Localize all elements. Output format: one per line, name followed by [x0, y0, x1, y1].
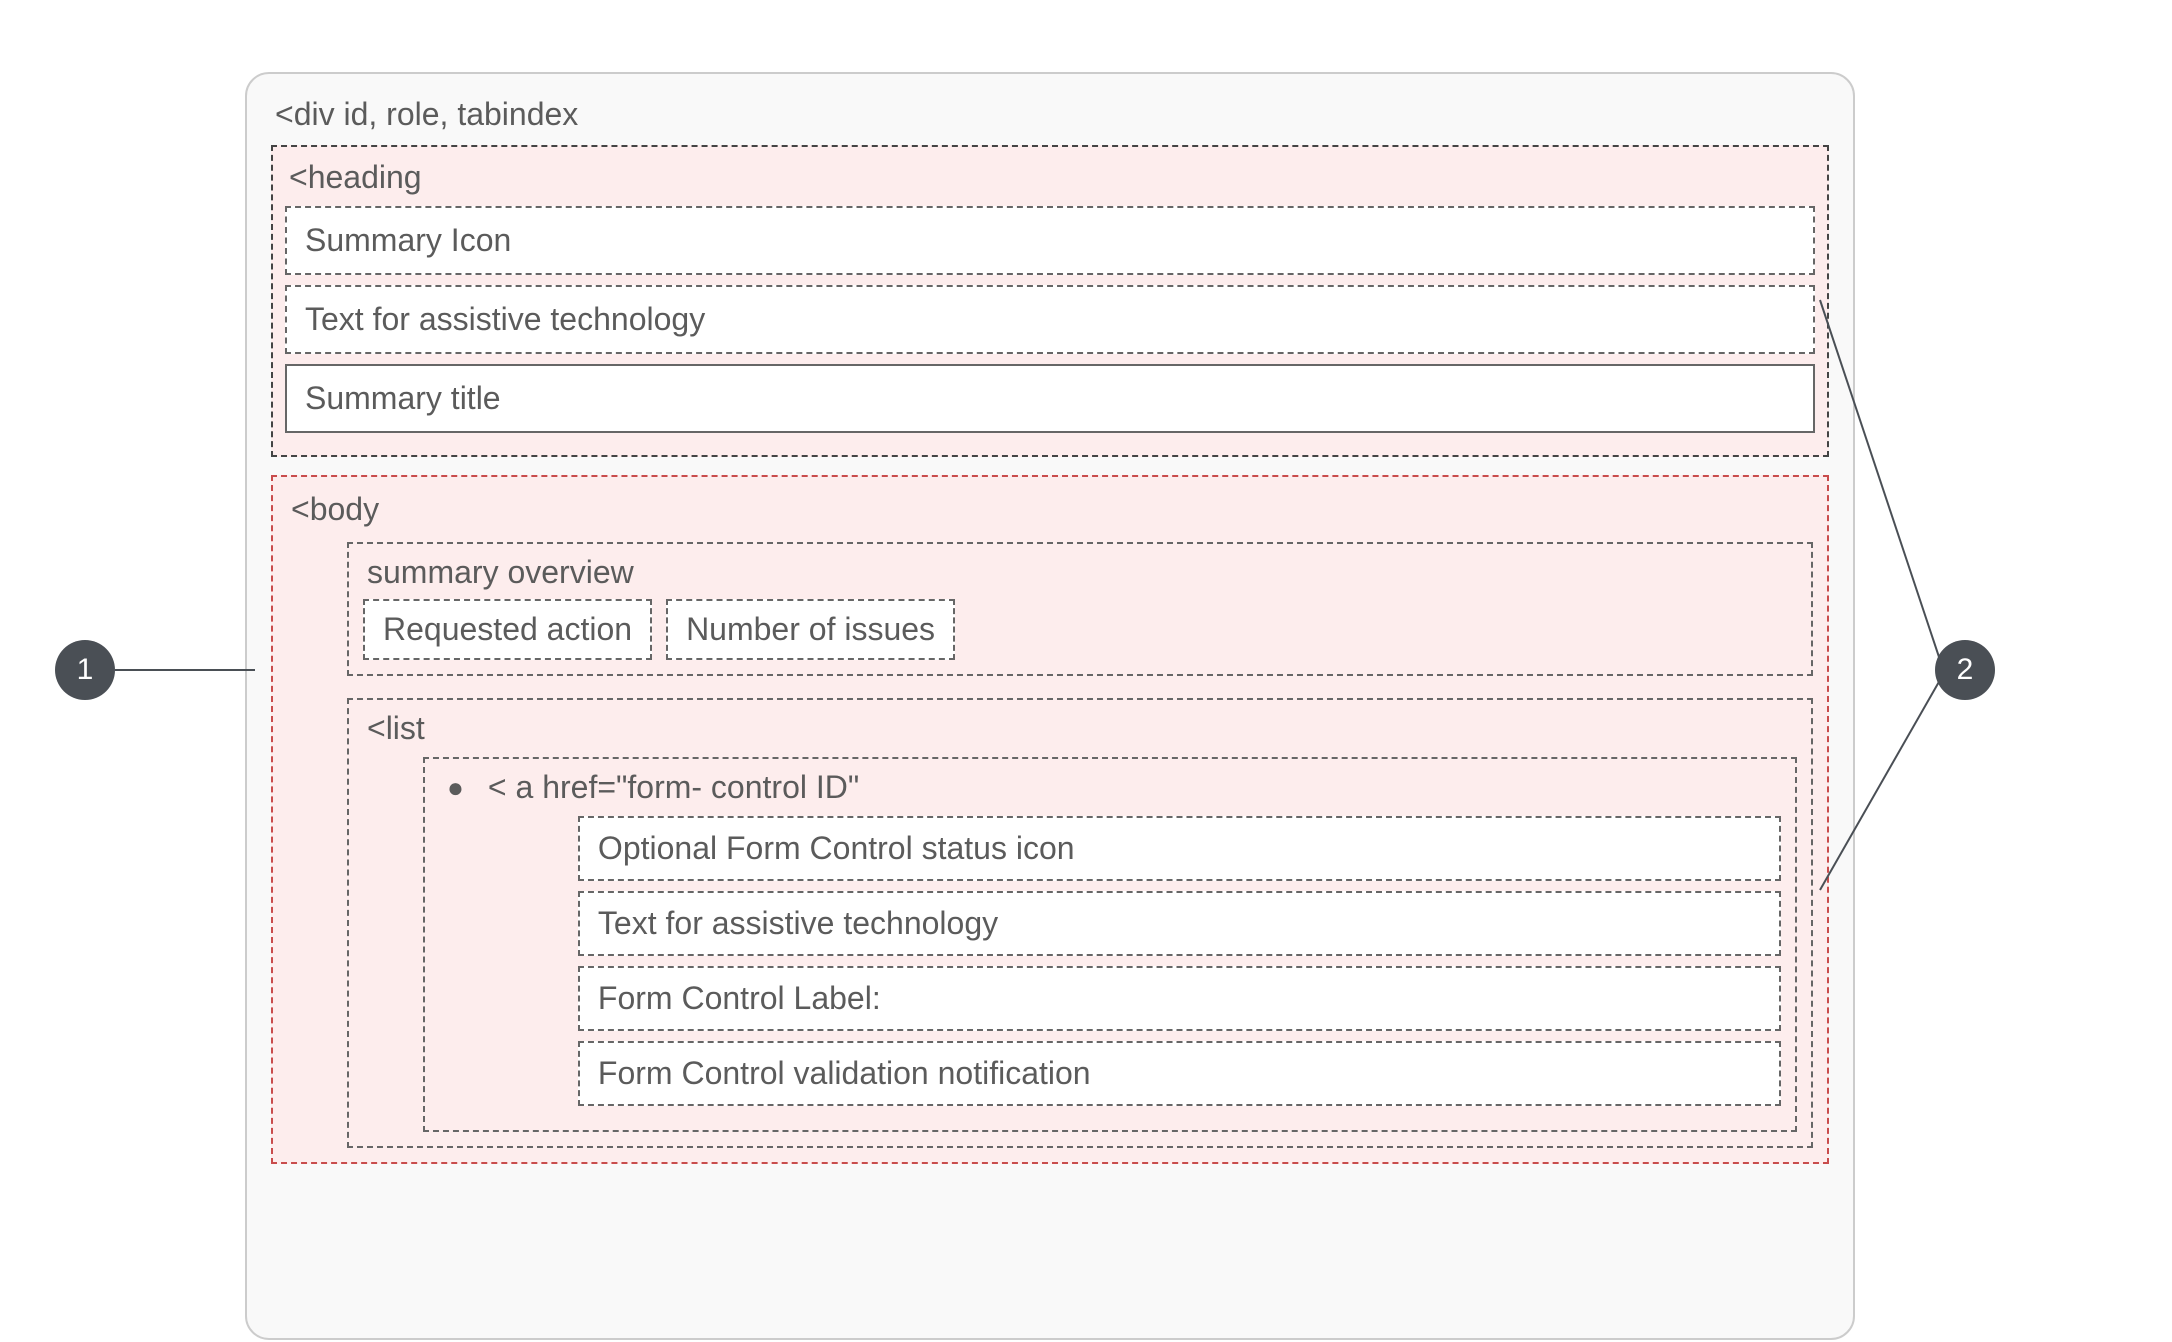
list-item-link-label: < a href="form- control ID"	[488, 769, 1781, 816]
form-control-validation-box: Form Control validation notification	[578, 1041, 1781, 1106]
summary-title-box: Summary title	[285, 364, 1815, 433]
form-control-status-icon-box: Optional Form Control status icon	[578, 816, 1781, 881]
callout-2-label: 2	[1957, 653, 1974, 687]
heading-section: <heading Summary Icon Text for assistive…	[271, 145, 1829, 457]
assistive-text-sub-box: Text for assistive technology	[578, 891, 1781, 956]
body-section-label: <body	[287, 487, 1813, 542]
callout-1-label: 1	[77, 653, 94, 687]
list-section-label: <list	[363, 710, 1797, 757]
form-control-label-box: Form Control Label:	[578, 966, 1781, 1031]
heading-section-label: <heading	[285, 157, 1815, 206]
outer-container: <div id, role, tabindex <heading Summary…	[245, 72, 1855, 1340]
list-item: ● < a href="form- control ID" Optional F…	[423, 757, 1797, 1132]
number-of-issues-box: Number of issues	[666, 599, 955, 660]
requested-action-box: Requested action	[363, 599, 652, 660]
summary-overview-label: summary overview	[363, 554, 1797, 599]
summary-icon-box: Summary Icon	[285, 206, 1815, 275]
callout-2: 2	[1935, 640, 1995, 700]
summary-overview-box: summary overview Requested action Number…	[347, 542, 1813, 676]
body-section: <body summary overview Requested action …	[271, 475, 1829, 1164]
callout-1: 1	[55, 640, 115, 700]
assistive-text-box: Text for assistive technology	[285, 285, 1815, 354]
list-section: <list ● < a href="form- control ID" Opti…	[347, 698, 1813, 1148]
bullet-icon: ●	[439, 769, 464, 807]
outer-container-label: <div id, role, tabindex	[271, 92, 1829, 145]
